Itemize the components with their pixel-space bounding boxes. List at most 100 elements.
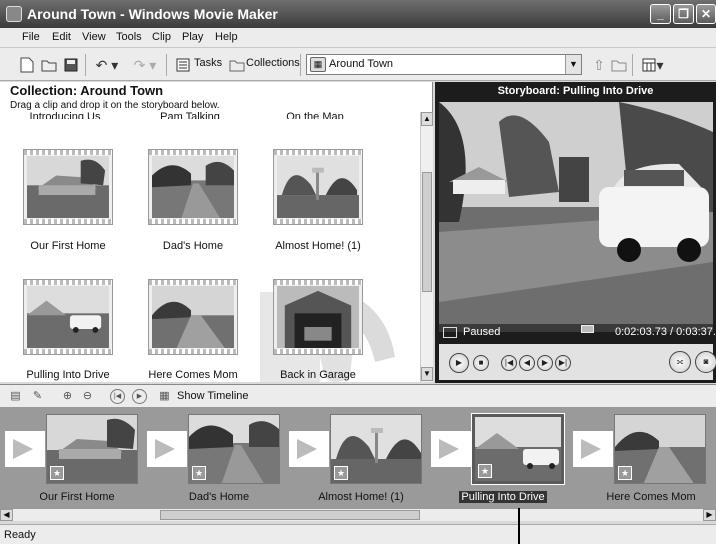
redo-icon[interactable]: ↷ ▾	[130, 56, 160, 74]
menu-help[interactable]: Help	[215, 31, 238, 43]
clip-label-partial: Pam Talking	[160, 111, 220, 119]
storyboard-clip[interactable]: ★	[330, 414, 422, 484]
new-project-icon[interactable]	[18, 56, 36, 74]
narrate-timeline-icon[interactable]: ✎	[30, 389, 45, 404]
collections-button[interactable]: Collections	[246, 57, 300, 69]
clip-label: Dad's Home	[162, 240, 224, 252]
rewind-storyboard-icon[interactable]: |◀	[110, 389, 125, 404]
clip-thumbnail[interactable]	[273, 149, 363, 225]
menu-clip[interactable]: Clip	[152, 31, 171, 43]
show-timeline-button[interactable]: Show Timeline	[177, 390, 249, 402]
clip-thumbnail[interactable]	[148, 149, 238, 225]
storyboard-clip-label: Our First Home	[39, 491, 115, 503]
menu-tools[interactable]: Tools	[116, 31, 142, 43]
preview-monitor: Storyboard: Pulling Into Drive Paused 0:…	[435, 82, 716, 383]
menu-play[interactable]: Play	[182, 31, 203, 43]
new-folder-icon[interactable]	[610, 56, 628, 74]
up-folder-icon[interactable]: ⇧	[590, 56, 608, 74]
scroll-up-button[interactable]: ▲	[421, 112, 433, 126]
toolbar-separator	[300, 54, 301, 76]
transition-slot[interactable]	[5, 431, 45, 467]
zoom-in-icon[interactable]: ⊕	[60, 389, 75, 404]
scroll-down-button[interactable]: ▼	[421, 367, 433, 381]
storyboard-clip[interactable]: ★	[188, 414, 280, 484]
chevron-down-icon[interactable]: ▼	[565, 55, 581, 74]
clip-thumbnail[interactable]	[23, 149, 113, 225]
status-text: Ready	[4, 529, 36, 541]
clip-label: Here Comes Mom	[148, 369, 238, 381]
clip-thumbnail[interactable]	[273, 279, 363, 355]
save-icon[interactable]	[62, 56, 80, 74]
transition-slot[interactable]	[431, 431, 471, 467]
zoom-out-icon[interactable]: ⊖	[80, 389, 95, 404]
forward-frame-icon[interactable]: ▶	[537, 355, 553, 371]
minimize-button[interactable]: _	[650, 4, 671, 24]
set-audio-levels-icon[interactable]: ▤	[8, 389, 23, 404]
collections-icon[interactable]	[228, 56, 246, 74]
next-clip-icon[interactable]: ▶|	[555, 355, 571, 371]
clip-thumbnail[interactable]	[23, 279, 113, 355]
tasks-button[interactable]: Tasks	[194, 57, 222, 69]
collection-scrollbar[interactable]: ▲ ▼	[420, 112, 433, 382]
storyboard-clip-selected[interactable]: ★	[471, 413, 565, 485]
collection-select-value: Around Town	[329, 58, 394, 70]
clip-label-partial: On the Map	[286, 111, 344, 119]
collection-select[interactable]: ▦ Around Town ▼	[306, 54, 582, 75]
timeline-icon[interactable]: ▦	[157, 389, 172, 404]
scroll-right-button[interactable]: ▶	[703, 509, 716, 521]
storyboard-scrollbar[interactable]: ◀ ▶	[0, 508, 716, 521]
transition-slot[interactable]	[147, 431, 187, 467]
menu-bar: File Edit View Tools Clip Play Help	[0, 28, 716, 48]
storyboard-clip[interactable]: ★	[46, 414, 138, 484]
clip-label-partial: Introducing Us	[29, 111, 101, 119]
close-button[interactable]: ✕	[696, 4, 716, 24]
scroll-left-button[interactable]: ◀	[0, 509, 13, 521]
storyboard-clip-label: Dad's Home	[188, 491, 250, 503]
toolbar: ↶ ▾ ↷ ▾ Tasks Collections ▦ Around Town …	[0, 48, 716, 81]
storyboard-toolbar: ▤ ✎ ⊕ ⊖ |◀ ▶ ▦ Show Timeline	[0, 384, 716, 408]
app-icon	[6, 6, 22, 22]
clip-label: Back in Garage	[280, 369, 356, 381]
selected-clip-label-text: Pulling Into Drive	[459, 491, 547, 503]
previous-clip-icon[interactable]: |◀	[501, 355, 517, 371]
star-icon: ★	[478, 464, 492, 478]
stop-icon[interactable]: ■	[473, 355, 489, 371]
storyboard-clip[interactable]: ★	[614, 414, 706, 484]
seek-thumb[interactable]	[581, 325, 594, 333]
star-icon: ★	[50, 466, 64, 480]
split-clip-icon[interactable]: ⟗	[669, 351, 691, 373]
menu-file[interactable]: File	[22, 31, 40, 43]
storyboard-clip-label-selected: Pulling Into Drive	[433, 491, 573, 503]
back-frame-icon[interactable]: ◀	[519, 355, 535, 371]
playback-indicator-line	[518, 508, 520, 544]
clip-thumbnail[interactable]	[148, 279, 238, 355]
transition-slot[interactable]	[289, 431, 329, 467]
take-picture-icon[interactable]: ◙	[695, 351, 716, 373]
clip-label: Almost Home! (1)	[275, 240, 361, 252]
scrollbar-thumb[interactable]	[422, 172, 432, 292]
toolbar-separator	[85, 54, 86, 76]
open-project-icon[interactable]	[40, 56, 58, 74]
toolbar-separator	[166, 54, 167, 76]
toolbar-separator	[632, 54, 633, 76]
playback-controls: ▶ ■ |◀ ◀ ▶ ▶| ⟗ ◙	[439, 344, 716, 380]
undo-icon[interactable]: ↶ ▾	[92, 56, 122, 74]
status-bar: Ready	[0, 524, 716, 544]
storyboard-clip-label: Here Comes Mom	[606, 491, 696, 503]
star-icon: ★	[334, 466, 348, 480]
play-icon[interactable]: ▶	[449, 353, 469, 373]
collection-pane: Collection: Around Town Drag a clip and …	[0, 82, 433, 382]
transition-slot[interactable]	[573, 431, 613, 467]
scrollbar-thumb[interactable]	[160, 510, 420, 520]
play-storyboard-icon[interactable]: ▶	[132, 389, 147, 404]
star-icon: ★	[618, 466, 632, 480]
views-icon[interactable]: ▾	[640, 56, 666, 74]
collection-hint: Drag a clip and drop it on the storyboar…	[10, 100, 220, 111]
clip-label: Our First Home	[30, 240, 106, 252]
playback-status: Paused	[463, 326, 501, 338]
menu-view[interactable]: View	[82, 31, 106, 43]
tasks-icon[interactable]	[174, 56, 192, 74]
maximize-button[interactable]: ❐	[673, 4, 694, 24]
video-preview	[439, 102, 713, 324]
menu-edit[interactable]: Edit	[52, 31, 71, 43]
